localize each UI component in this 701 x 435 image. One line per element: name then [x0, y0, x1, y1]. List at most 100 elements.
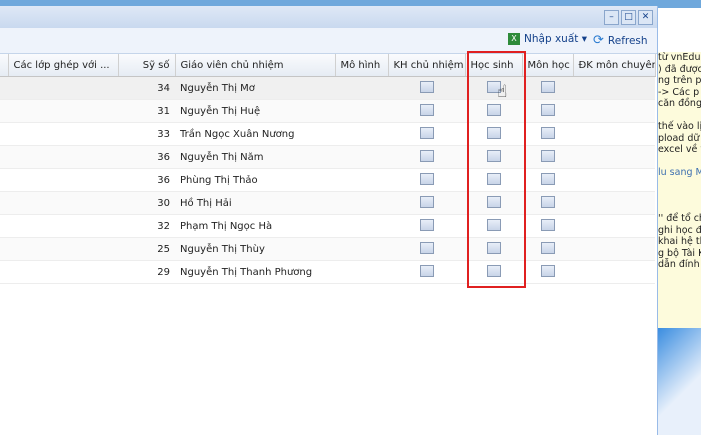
subjects-grid-icon[interactable]	[540, 218, 555, 231]
subjects-grid-icon[interactable]	[540, 103, 555, 116]
subjects-grid-icon[interactable]	[540, 241, 555, 254]
class-size-cell: 29	[118, 260, 175, 284]
minimize-button[interactable]: –	[604, 10, 619, 25]
merged-classes-cell	[8, 214, 118, 238]
help-text-line	[658, 202, 701, 214]
table-row[interactable]: 25 Nguyễn Thị Thùy	[0, 237, 655, 261]
help-text-line: ) đã được	[658, 63, 701, 75]
teacher-cell: Trần Ngọc Xuân Nương	[175, 122, 335, 146]
row-cell	[0, 214, 8, 238]
row-cell	[0, 122, 8, 146]
class-size-cell: 36	[118, 145, 175, 169]
model-cell	[335, 214, 388, 238]
special-subject-cell	[573, 122, 655, 146]
merged-classes-cell	[8, 237, 118, 261]
help-text-line: khai hệ th	[658, 236, 701, 247]
help-text-line: '' để tổ ch	[658, 213, 701, 224]
import-export-button[interactable]: X Nhập xuất ▾	[508, 33, 587, 45]
class-grid: Các lớp ghép với ... Sỹ số Giáo viên chủ n…	[0, 54, 656, 284]
row-cell	[0, 99, 8, 123]
class-size-cell: 32	[118, 214, 175, 238]
column-header[interactable]: Sỹ số	[118, 54, 176, 77]
row-cell	[0, 145, 8, 169]
help-text-line: g bộ Tài K	[658, 247, 701, 259]
side-help-panel: từ vnEdu) đã được ng trên p -> Các p căn đồ…	[658, 52, 701, 328]
teacher-cell: Nguyễn Thị Mơ	[175, 76, 335, 100]
special-subject-cell	[573, 214, 655, 238]
help-text-line: dẫn đính	[658, 259, 700, 270]
subjects-grid-icon[interactable]	[540, 264, 555, 277]
plan-grid-icon[interactable]	[419, 80, 434, 93]
model-cell	[335, 99, 388, 123]
table-row[interactable]: 33 Trần Ngọc Xuân Nương	[0, 122, 655, 146]
column-header[interactable]: Các lớp ghép với ...	[8, 54, 119, 77]
special-subject-cell	[573, 76, 655, 100]
class-size-cell: 34	[118, 76, 175, 100]
help-text-line: thế vào lị	[658, 121, 701, 132]
teacher-cell: Phùng Thị Thảo	[175, 168, 335, 192]
plan-grid-icon[interactable]	[419, 195, 434, 208]
column-header[interactable]: Giáo viên chủ nhiệm	[175, 54, 336, 77]
teacher-cell: Phạm Thị Ngọc Hà	[175, 214, 335, 238]
table-row[interactable]: 36 Phùng Thị Thảo	[0, 168, 655, 192]
subjects-grid-icon[interactable]	[540, 80, 555, 93]
plan-grid-icon[interactable]	[419, 218, 434, 231]
plan-grid-icon[interactable]	[419, 172, 434, 185]
class-size-cell: 30	[118, 191, 175, 215]
help-text-line: ghi học đề	[658, 224, 701, 236]
model-cell	[335, 260, 388, 284]
subjects-grid-icon[interactable]	[540, 126, 555, 139]
merged-classes-cell	[8, 260, 118, 284]
excel-icon: X	[508, 33, 520, 45]
help-text-line: excel về v	[658, 144, 701, 155]
plan-grid-icon[interactable]	[419, 103, 434, 116]
teacher-cell: Nguyễn Thị Thanh Phương	[175, 260, 335, 284]
subjects-grid-icon[interactable]	[540, 172, 555, 185]
refresh-label: Refresh	[607, 34, 648, 47]
table-row[interactable]: 32 Phạm Thị Ngọc Hà	[0, 214, 655, 238]
class-size-cell: 31	[118, 99, 175, 123]
refresh-button[interactable]: ⟳ Refresh	[593, 33, 648, 48]
table-row[interactable]: 30 Hồ Thị Hải	[0, 191, 655, 215]
class-list-window: – □ ✕ X Nhập xuất ▾ ⟳ Refresh Các lớp gh…	[0, 6, 658, 435]
row-cell	[0, 76, 8, 100]
row-cell	[0, 191, 8, 215]
merged-classes-cell	[8, 191, 118, 215]
subjects-grid-icon[interactable]	[540, 195, 555, 208]
table-row[interactable]: 31 Nguyễn Thị Huệ	[0, 99, 655, 123]
column-header[interactable]: Môn học	[522, 54, 574, 77]
row-cell	[0, 237, 8, 261]
column-header[interactable]	[0, 54, 9, 77]
table-row[interactable]: 36 Nguyễn Thị Năm	[0, 145, 655, 169]
maximize-button[interactable]: □	[621, 10, 636, 25]
help-text-line: từ vnEdu	[658, 52, 701, 63]
decorative-background	[658, 328, 701, 435]
column-header[interactable]: ĐK môn chuyên	[573, 54, 656, 77]
merged-classes-cell	[8, 168, 118, 192]
plan-grid-icon[interactable]	[419, 149, 434, 162]
help-text-line	[658, 110, 701, 122]
model-cell	[335, 191, 388, 215]
subjects-grid-icon[interactable]	[540, 149, 555, 162]
table-row[interactable]: 34 Nguyễn Thị Mơ	[0, 76, 655, 100]
merged-classes-cell	[8, 122, 118, 146]
merged-classes-cell	[8, 76, 118, 100]
plan-grid-icon[interactable]	[419, 126, 434, 139]
special-subject-cell	[573, 145, 655, 169]
close-button[interactable]: ✕	[638, 10, 653, 25]
plan-grid-icon[interactable]	[419, 264, 434, 277]
model-cell	[335, 122, 388, 146]
model-cell	[335, 145, 388, 169]
model-cell	[335, 237, 388, 261]
class-size-cell: 33	[118, 122, 175, 146]
plan-grid-icon[interactable]	[419, 241, 434, 254]
merged-classes-cell	[8, 99, 118, 123]
column-header[interactable]: KH chủ nhiệm	[388, 54, 466, 77]
special-subject-cell	[573, 191, 655, 215]
window-titlebar: – □ ✕	[0, 6, 657, 28]
table-row[interactable]: 29 Nguyễn Thị Thanh Phương	[0, 260, 655, 284]
special-subject-cell	[573, 99, 655, 123]
help-text-line: ng trên p	[658, 75, 701, 86]
teacher-cell: Nguyễn Thị Huệ	[175, 99, 335, 123]
column-header[interactable]: Mô hình	[335, 54, 389, 77]
